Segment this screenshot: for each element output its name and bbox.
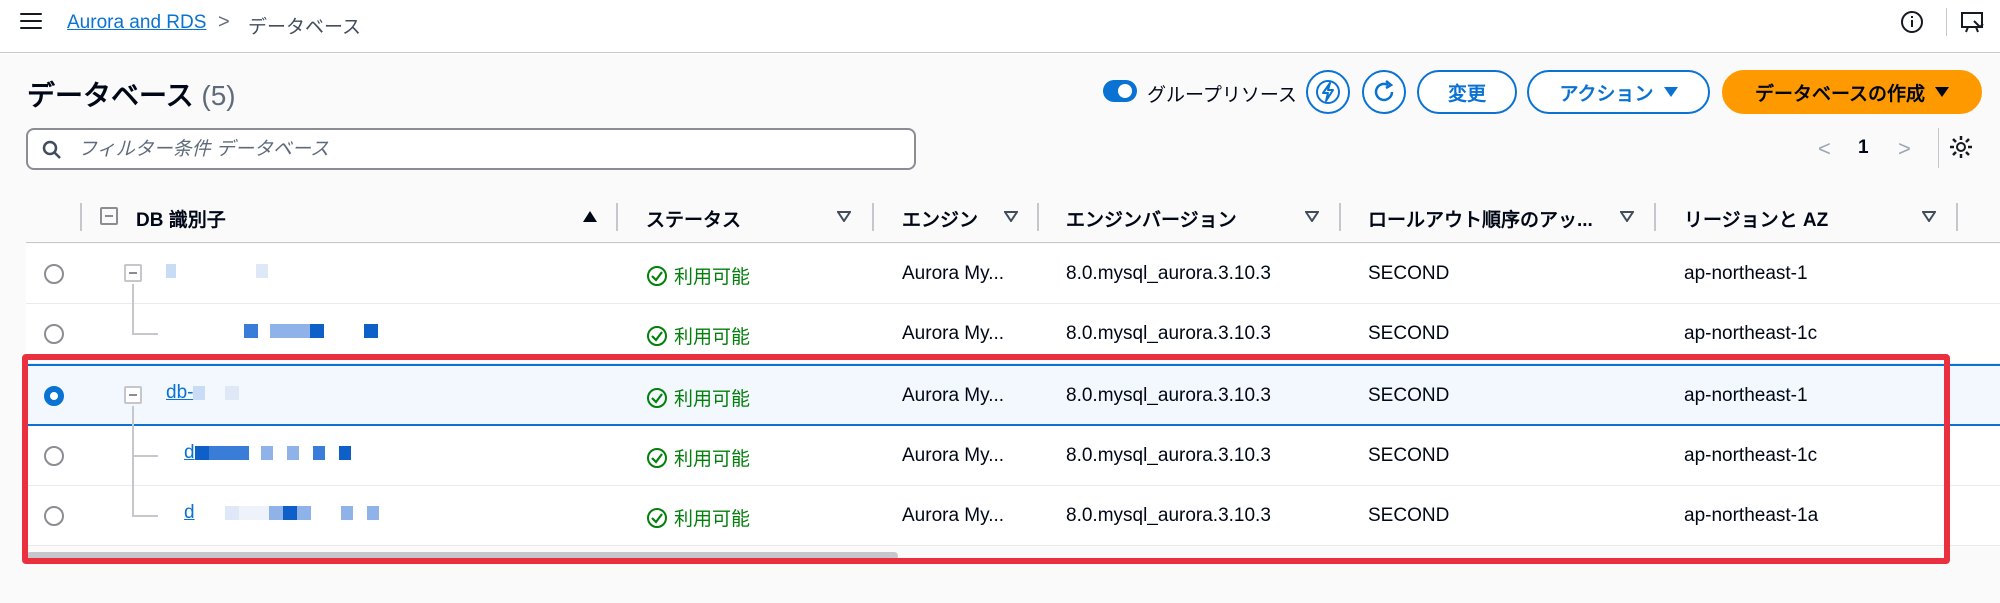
engine-version-cell: 8.0.mysql_aurora.3.10.3 bbox=[1066, 323, 1271, 344]
status-cell: 利用可能 bbox=[646, 322, 750, 349]
column-divider[interactable] bbox=[1037, 203, 1039, 231]
sort-icon[interactable] bbox=[1305, 211, 1319, 222]
info-icon[interactable] bbox=[1900, 10, 1924, 34]
pagination-prev-button[interactable]: < bbox=[1818, 136, 1831, 162]
column-header-status[interactable]: ステータス bbox=[646, 205, 741, 232]
topbar-divider bbox=[1946, 8, 1947, 36]
lightning-icon bbox=[1316, 80, 1340, 104]
highlight-annotation-box bbox=[22, 354, 1950, 564]
item-count: (5) bbox=[201, 80, 236, 111]
tree-connector bbox=[132, 284, 134, 304]
column-header-engine[interactable]: エンジン bbox=[902, 205, 978, 232]
status-cell: 利用可能 bbox=[646, 262, 750, 289]
column-header-rollout-order[interactable]: ロールアウト順序のアッ... bbox=[1368, 205, 1593, 232]
column-divider bbox=[80, 203, 82, 231]
refresh-icon bbox=[1374, 80, 1394, 102]
search-icon bbox=[42, 140, 61, 159]
table-header: DB 識別子 ステータス エンジン エンジンバージョン ロールアウト順序のアッ.… bbox=[26, 193, 2000, 243]
gear-icon[interactable] bbox=[1948, 134, 1974, 160]
sort-ascending-icon[interactable] bbox=[583, 211, 597, 222]
rollout-order-cell: SECOND bbox=[1368, 323, 1450, 344]
column-header-region-az[interactable]: リージョンと AZ bbox=[1684, 205, 1828, 232]
refresh-button[interactable] bbox=[1362, 70, 1406, 114]
status-text: 利用可能 bbox=[674, 327, 751, 348]
create-database-button[interactable]: データベースの作成 bbox=[1722, 70, 1982, 114]
region-az-cell: ap-northeast-1c bbox=[1684, 323, 1818, 344]
table-row[interactable]: 利用可能 Aurora My... 8.0.mysql_aurora.3.10.… bbox=[26, 244, 2000, 304]
sort-icon[interactable] bbox=[837, 211, 851, 222]
sort-icon[interactable] bbox=[1004, 211, 1018, 222]
menu-icon[interactable] bbox=[20, 13, 42, 31]
expand-all-icon[interactable] bbox=[100, 207, 118, 225]
help-panel-icon[interactable] bbox=[1960, 10, 1986, 36]
db-identifier-link[interactable] bbox=[184, 320, 378, 342]
caret-down-icon bbox=[1935, 87, 1950, 97]
region-az-cell: ap-northeast-1 bbox=[1684, 263, 1808, 284]
sort-icon[interactable] bbox=[1922, 211, 1936, 222]
column-header-engine-version[interactable]: エンジンバージョン bbox=[1066, 205, 1237, 232]
sort-icon[interactable] bbox=[1620, 211, 1634, 222]
column-divider[interactable] bbox=[872, 203, 874, 231]
pager-divider bbox=[1938, 128, 1939, 168]
status-text: 利用可能 bbox=[674, 267, 751, 288]
column-divider[interactable] bbox=[1956, 203, 1958, 231]
column-divider[interactable] bbox=[616, 203, 618, 231]
filter-search-box[interactable] bbox=[26, 128, 916, 170]
row-select-radio[interactable] bbox=[44, 264, 64, 284]
page-title-text: データベース bbox=[27, 80, 194, 111]
quick-connect-button[interactable] bbox=[1306, 70, 1350, 114]
engine-cell: Aurora My... bbox=[902, 263, 1005, 284]
modify-button-label: 変更 bbox=[1447, 83, 1486, 105]
engine-cell: Aurora My... bbox=[902, 323, 1005, 344]
row-select-radio[interactable] bbox=[44, 324, 64, 344]
engine-version-cell: 8.0.mysql_aurora.3.10.3 bbox=[1066, 263, 1271, 284]
actions-dropdown-button[interactable]: アクション bbox=[1527, 70, 1710, 114]
pagination-current-page[interactable]: 1 bbox=[1858, 137, 1869, 159]
page-title: データベース (5) bbox=[27, 74, 236, 114]
caret-down-icon bbox=[1663, 87, 1678, 97]
actions-button-label: アクション bbox=[1559, 83, 1654, 105]
top-navigation-bar: Aurora and RDS > データベース bbox=[0, 0, 2000, 53]
column-divider[interactable] bbox=[1339, 203, 1341, 231]
breadcrumb-current: データベース bbox=[248, 17, 362, 38]
filter-input[interactable] bbox=[78, 138, 898, 162]
rollout-order-cell: SECOND bbox=[1368, 263, 1450, 284]
collapse-cluster-icon[interactable] bbox=[124, 264, 142, 282]
breadcrumb-separator-icon: > bbox=[218, 11, 230, 33]
create-database-label: データベースの作成 bbox=[1754, 83, 1926, 105]
db-identifier-link[interactable] bbox=[166, 260, 268, 282]
group-resources-label: グループリソース bbox=[1147, 85, 1297, 106]
group-resources-toggle[interactable] bbox=[1103, 80, 1137, 102]
tree-connector bbox=[132, 333, 158, 335]
tree-connector bbox=[132, 304, 134, 334]
status-available-icon bbox=[647, 265, 667, 286]
modify-button[interactable]: 変更 bbox=[1417, 70, 1517, 114]
pagination-next-button[interactable]: > bbox=[1898, 136, 1911, 162]
column-divider[interactable] bbox=[1654, 203, 1656, 231]
column-header-db-identifier[interactable]: DB 識別子 bbox=[136, 205, 226, 232]
breadcrumb-service-link[interactable]: Aurora and RDS bbox=[67, 12, 206, 34]
status-available-icon bbox=[647, 325, 667, 346]
